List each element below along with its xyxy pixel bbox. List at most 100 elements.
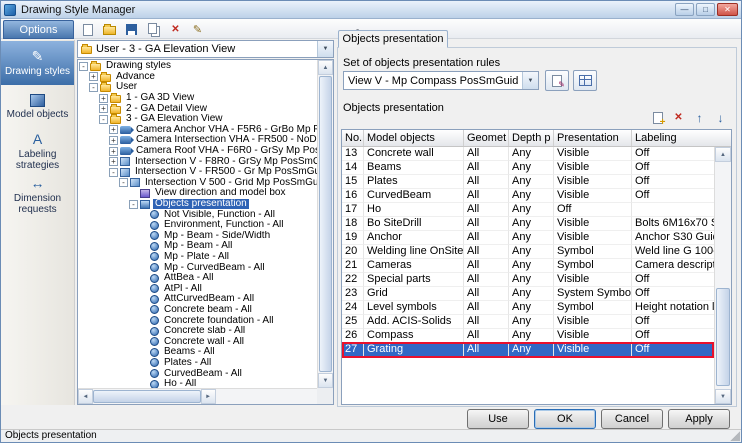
tree-item-intersection-v-500-grid-mp-possmguid-1-20-cx[interactable]: - Intersection V 500 - Grid Mp PosSmGuid … [79,178,317,189]
delete-button[interactable]: ✕ [166,21,185,39]
copy-button[interactable] [144,21,163,39]
column-header-labeling[interactable]: Labeling [632,130,731,146]
table-row-15[interactable]: 15 Plates All Any Visible Off [342,175,714,189]
expand-icon[interactable]: + [89,72,98,82]
maximize-button[interactable]: □ [696,3,715,16]
tree-item-beams-all[interactable]: Beams - All [79,347,317,358]
table-row-27[interactable]: 27 Grating All Any Visible Off [342,342,714,358]
tree-vertical-scrollbar[interactable]: ▲ ▼ [317,60,333,388]
tree-item-3-ga-elevation-view[interactable]: - 3 - GA Elevation View [79,114,317,125]
rules-combobox[interactable]: View V - Mp Compass PosSmGuid ▼ [343,71,539,90]
rename-button[interactable]: ✎ [188,21,207,39]
table-row-18[interactable]: 18 Bo SiteDrill All Any Visible Bolts 6M16x70… [342,217,714,231]
style-filter-combobox[interactable]: User - 3 - GA Elevation View ▼ [77,40,334,58]
expand-icon[interactable]: + [109,125,118,135]
table-row-21[interactable]: 21CamerasAllAnySymbolCamera descriptio [342,259,714,273]
tree-item-plates-all[interactable]: Plates - All [79,358,317,369]
tree-item-concrete-beam-all[interactable]: Concrete beam - All [79,305,317,316]
column-header-model-objects[interactable]: Model objects [364,130,464,146]
manage-rule-sets-button[interactable] [573,70,597,91]
tree-item-objects-presentation[interactable]: - Objects presentation [79,199,317,210]
open-button[interactable] [100,21,119,39]
table-row-24[interactable]: 24 Level symbols All Any Symbol Height notati… [342,301,714,315]
minimize-button[interactable]: — [675,3,694,16]
table-row-17[interactable]: 17 Ho All Any Off [342,203,714,217]
table-row-20[interactable]: 20 Welding line OnSite All Any Symbol Weld li… [342,245,714,259]
table-row-14[interactable]: 14 Beams All Any Visible Off [342,161,714,175]
scrollbar-thumb[interactable] [319,76,332,372]
scrollbar-thumb[interactable] [93,390,201,403]
expand-icon[interactable]: + [109,135,118,145]
table-row-22[interactable]: 22 Special parts All Any Visible Off [342,273,714,287]
column-header-depth-p[interactable]: Depth p [509,130,554,146]
table-row-19[interactable]: 19AnchorAllAnyVisibleAnchor S30 Guid G [342,231,714,245]
resize-grip[interactable] [729,430,740,441]
tree-item-attbea-all[interactable]: AttBea - All [79,273,317,284]
tree-item-concrete-wall-all[interactable]: Concrete wall - All [79,336,317,347]
tree-item-advance[interactable]: + Advance [79,71,317,83]
tree-item-view-direction-and-model-box[interactable]: View direction and model box [79,188,317,199]
tree-item-mp-plate-all[interactable]: Mp - Plate - All [79,252,317,263]
expand-icon[interactable]: + [109,146,118,156]
tree-item-mp-curvedbeam-all[interactable]: Mp - CurvedBeam - All [79,262,317,273]
close-button[interactable]: ✕ [717,3,738,16]
table-row-16[interactable]: 16 CurvedBeam All Any Visible Off [342,189,714,203]
tree-item-environment-function-all[interactable]: Environment, Function - All [79,220,317,231]
expand-icon[interactable]: + [99,104,108,114]
sidebar-item-dimension-requests[interactable]: ↔ Dimension requests [1,173,74,217]
save-button[interactable] [122,21,141,39]
scroll-left-icon[interactable]: ◄ [78,389,93,404]
edit-rule-set-button[interactable] [545,70,569,91]
scroll-down-icon[interactable]: ▼ [318,373,333,388]
tree-item-intersection-v-f8r0-grsy-mp-possmguid[interactable]: + Intersection V - F8R0 - GrSy Mp PosSmGu… [79,156,317,167]
collapse-icon[interactable]: - [129,199,138,209]
titlebar[interactable]: Drawing Style Manager — □ ✕ [1,1,741,19]
style-filter-dropdown-button[interactable]: ▼ [317,41,333,57]
tree-item-1-ga-3d-view[interactable]: +1 - GA 3D View [79,93,317,104]
scroll-up-icon[interactable]: ▲ [318,60,333,75]
collapse-icon[interactable]: - [99,114,108,124]
tree-item-ho-all[interactable]: Ho - All [79,379,317,388]
new-style-button[interactable] [78,21,97,39]
tree-item-concrete-foundation-all[interactable]: Concrete foundation - All [79,315,317,326]
tab-objects-presentation[interactable]: Objects presentation [338,30,448,48]
tree-item-mp-beam-side-width[interactable]: Mp - Beam - Side/Width [79,231,317,242]
table-vertical-scrollbar[interactable]: ▲ ▼ [714,147,731,404]
sidebar-item-model-objects[interactable]: Model objects [1,85,74,129]
tree-item-not-visible-function-all[interactable]: Not Visible, Function - All [79,209,317,220]
table-row-25[interactable]: 25 Add. ACIS-Solids All Any Visible Off [342,315,714,329]
move-down-button[interactable]: ↓ [712,110,729,126]
scroll-down-icon[interactable]: ▼ [715,389,731,404]
collapse-icon[interactable]: - [119,178,128,188]
tree-item-mp-beam-all[interactable]: Mp - Beam - All [79,241,317,252]
tree-item-camera-roof-vha-f6r0-grsy-mp-possmguid[interactable]: + Camera Roof VHA - F6R0 - GrSy Mp PosSmG… [79,146,317,157]
collapse-icon[interactable]: - [79,61,88,71]
ok-button[interactable]: OK [534,409,596,429]
options-header[interactable]: Options [3,20,74,39]
cancel-button[interactable]: Cancel [601,409,663,429]
tree-item-intersection-v-fr500-gr-mp-possmguid[interactable]: - Intersection V - FR500 - Gr Mp PosSmGui… [79,167,317,178]
apply-button[interactable]: Apply [668,409,730,429]
collapse-icon[interactable]: - [109,167,118,177]
tree-item-curvedbeam-all[interactable]: CurvedBeam - All [79,368,317,379]
tree-item-camera-anchor-vha-f5r6-grbo-mp-possmguid[interactable]: + Camera Anchor VHA - F5R6 - GrBo Mp PosS… [79,125,317,136]
use-button[interactable]: Use [467,409,529,429]
scroll-right-icon[interactable]: ► [200,389,216,404]
expand-icon[interactable]: + [109,157,118,167]
move-up-button[interactable]: ↑ [691,110,708,126]
sidebar-item-labeling-strategies[interactable]: A Labeling strategies [1,129,74,173]
tree-item-user[interactable]: - User [79,82,317,93]
column-header-presentation[interactable]: Presentation [554,130,632,146]
tree-item-2-ga-detail-view[interactable]: +2 - GA Detail View [79,103,317,114]
table-row-26[interactable]: 26 Compass All Any Visible Off [342,329,714,343]
column-header-no[interactable]: No. [342,130,364,146]
tree-item-attcurvedbeam-all[interactable]: AttCurvedBeam - All [79,294,317,305]
insert-row-button[interactable] [649,110,666,128]
sidebar-item-drawing-styles[interactable]: ✎ Drawing styles [1,41,74,85]
tree-horizontal-scrollbar[interactable]: ◄ ► [78,388,317,404]
tree-item-concrete-slab-all[interactable]: Concrete slab - All [79,326,317,337]
table-row-13[interactable]: 13 Concrete wall All Any Visible Off [342,147,714,161]
tree-item-atpl-all[interactable]: AtPl - All [79,283,317,294]
scroll-up-icon[interactable]: ▲ [715,147,731,162]
scrollbar-thumb[interactable] [716,288,730,386]
